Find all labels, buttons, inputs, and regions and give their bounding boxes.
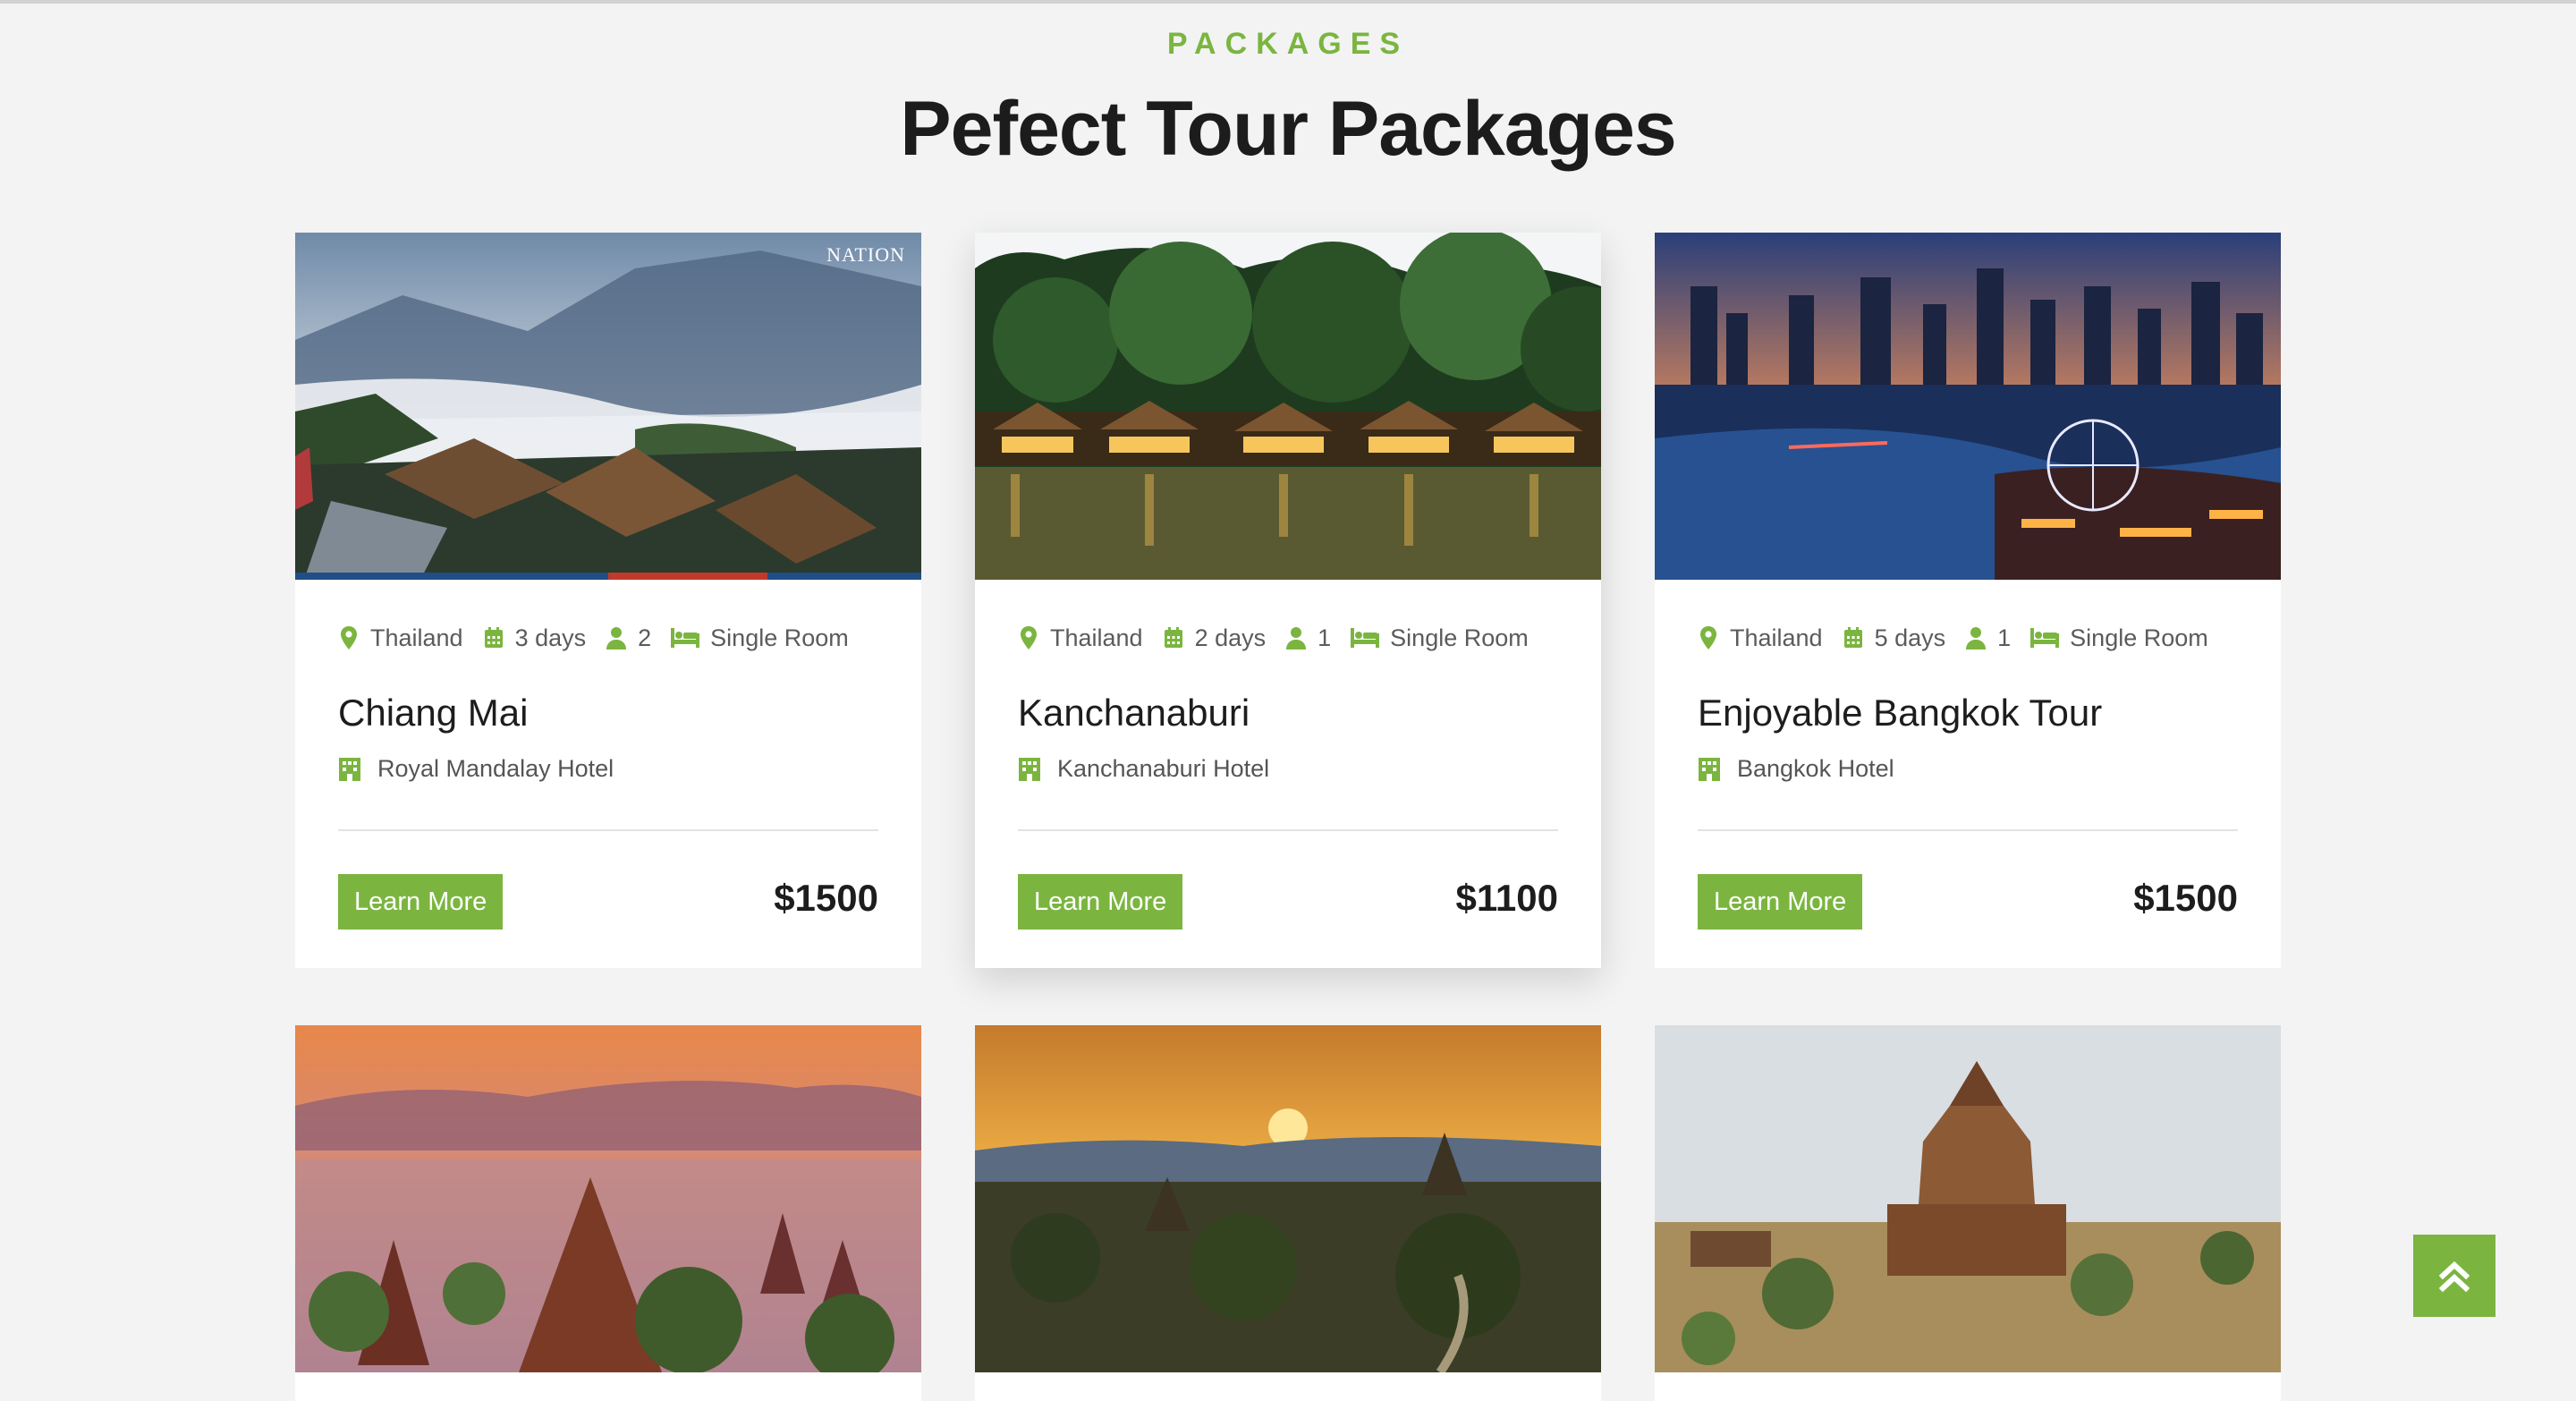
package-hotel-name: Bangkok Hotel — [1737, 755, 1894, 782]
section-header: PACKAGES Pefect Tour Packages — [0, 23, 2576, 174]
package-image[interactable] — [1655, 1025, 2281, 1372]
user-icon — [606, 627, 627, 650]
meta-duration-text: 3 days — [514, 624, 587, 651]
learn-more-button[interactable]: Learn More — [1698, 874, 1863, 930]
package-image[interactable] — [295, 1025, 921, 1372]
package-title[interactable]: Kanchanaburi — [1018, 689, 1558, 737]
card-divider — [1018, 829, 1558, 831]
package-meta: Thailand 3 days 2 Single Room — [338, 623, 878, 653]
section-eyebrow: PACKAGES — [1166, 27, 1410, 61]
meta-room: Single Room — [671, 624, 849, 652]
package-card-bagan-3[interactable] — [1655, 1025, 2281, 1401]
image-brand-bar — [295, 573, 921, 580]
top-rule — [0, 0, 2576, 4]
meta-location-text: Thailand — [370, 624, 463, 651]
package-card-chiang-mai[interactable]: NATION Thailand 3 days 2 Single Room Chi… — [295, 233, 921, 968]
meta-people-text: 1 — [1318, 624, 1332, 651]
package-hotel: Bangkok Hotel — [1698, 755, 2238, 783]
building-icon — [1699, 757, 1720, 781]
meta-duration: 5 days — [1843, 624, 1946, 652]
package-hotel-name: Royal Mandalay Hotel — [377, 755, 614, 782]
package-card-kanchanaburi[interactable]: Thailand 2 days 1 Single Room Kanchanabu… — [975, 233, 1601, 968]
map-pin-icon — [341, 626, 357, 650]
card-divider — [338, 829, 878, 831]
card-divider — [1698, 829, 2238, 831]
scroll-to-top-button[interactable] — [2413, 1235, 2496, 1317]
meta-room: Single Room — [2030, 624, 2208, 652]
meta-people: 1 — [1285, 624, 1331, 652]
meta-duration: 3 days — [483, 624, 587, 652]
learn-more-button[interactable]: Learn More — [338, 874, 504, 930]
meta-duration: 2 days — [1163, 624, 1267, 652]
package-price: $1500 — [774, 877, 878, 919]
package-hotel: Royal Mandalay Hotel — [338, 755, 878, 783]
meta-location: Thailand — [1698, 624, 1823, 652]
package-hotel-name: Kanchanaburi Hotel — [1057, 755, 1270, 782]
meta-room: Single Room — [1351, 624, 1529, 652]
image-watermark: NATION — [826, 243, 905, 266]
package-price: $1500 — [2133, 877, 2238, 919]
map-pin-icon — [1700, 626, 1716, 650]
meta-duration-text: 2 days — [1194, 624, 1267, 651]
meta-room-text: Single Room — [1390, 624, 1529, 651]
learn-more-button[interactable]: Learn More — [1018, 874, 1183, 930]
calendar-icon — [484, 627, 503, 648]
meta-people-text: 2 — [638, 624, 652, 651]
double-chevron-up-icon — [2439, 1261, 2470, 1293]
meta-location: Thailand — [338, 624, 463, 652]
user-icon — [1286, 627, 1307, 650]
meta-people: 1 — [1965, 624, 2011, 652]
package-price: $1100 — [1455, 877, 1558, 919]
user-icon — [1966, 627, 1987, 650]
package-image[interactable]: NATION — [295, 233, 921, 580]
package-card-bangkok[interactable]: Thailand 5 days 1 Single Room Enjoyable … — [1655, 233, 2281, 968]
calendar-icon — [1843, 627, 1862, 648]
meta-location: Thailand — [1018, 624, 1143, 652]
packages-grid: NATION Thailand 3 days 2 Single Room Chi… — [295, 233, 2281, 1401]
meta-location-text: Thailand — [1730, 624, 1823, 651]
package-meta: Thailand 5 days 1 Single Room — [1698, 623, 2238, 653]
meta-people-text: 1 — [1997, 624, 2012, 651]
section-title: Pefect Tour Packages — [900, 86, 1676, 172]
package-meta: Thailand 2 days 1 Single Room — [1018, 623, 1558, 653]
package-title[interactable]: Chiang Mai — [338, 689, 878, 737]
map-pin-icon — [1021, 626, 1037, 650]
building-icon — [339, 757, 360, 781]
package-card-bagan-1[interactable] — [295, 1025, 921, 1401]
meta-duration-text: 5 days — [1874, 624, 1946, 651]
package-hotel: Kanchanaburi Hotel — [1018, 755, 1558, 783]
bed-icon — [1351, 628, 1380, 648]
bed-icon — [671, 628, 700, 648]
package-image[interactable] — [975, 1025, 1601, 1372]
package-image[interactable] — [975, 233, 1601, 580]
building-icon — [1019, 757, 1040, 781]
meta-people: 2 — [606, 624, 651, 652]
package-title[interactable]: Enjoyable Bangkok Tour — [1698, 689, 2238, 737]
bed-icon — [2030, 628, 2060, 648]
meta-room-text: Single Room — [710, 624, 849, 651]
package-image[interactable] — [1655, 233, 2281, 580]
calendar-icon — [1164, 627, 1182, 648]
meta-room-text: Single Room — [2070, 624, 2208, 651]
meta-location-text: Thailand — [1050, 624, 1143, 651]
package-card-bagan-2[interactable] — [975, 1025, 1601, 1401]
